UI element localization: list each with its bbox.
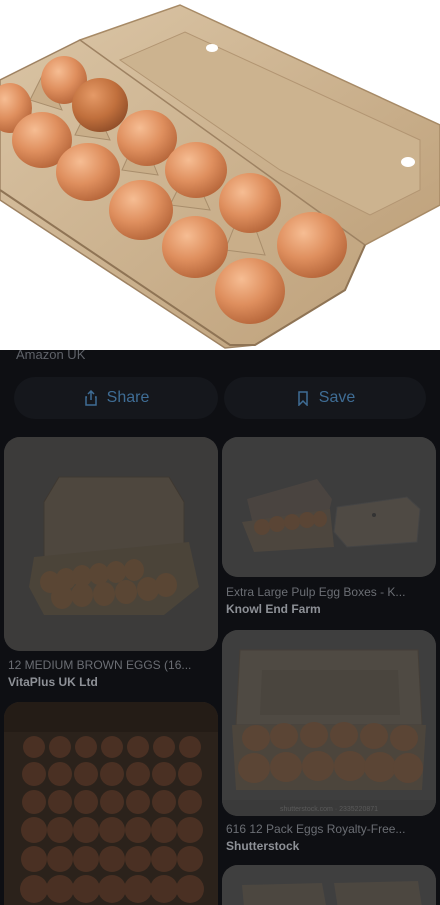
related-section: Amazon UK Share Save 12 MEDIUM BROWN EGG… — [0, 348, 440, 905]
result-thumbnail — [222, 437, 436, 577]
result-source: Shutterstock — [226, 839, 300, 853]
result-thumbnail — [4, 702, 218, 905]
result-card-3[interactable] — [4, 702, 218, 905]
image-viewer: Amazon UK Share Save 12 MEDIUM BROWN EGG… — [0, 0, 440, 905]
result-thumbnail — [222, 865, 436, 905]
result-thumbnail: shutterstock.com · 2335220871 — [222, 630, 436, 816]
egg-tray-photo — [0, 4, 440, 349]
result-source: Knowl End Farm — [226, 602, 321, 616]
result-source: VitaPlus UK Ltd — [8, 675, 98, 689]
result-title: 12 MEDIUM BROWN EGGS (16... — [8, 658, 192, 672]
save-button[interactable]: Save — [224, 377, 426, 419]
result-card-1[interactable] — [4, 437, 218, 651]
save-label: Save — [318, 389, 356, 406]
bookmark-icon — [298, 391, 308, 406]
share-icon — [84, 390, 97, 406]
hero-image[interactable] — [0, 0, 440, 350]
result-card-4[interactable]: shutterstock.com · 2335220871 — [222, 630, 436, 816]
result-title: Extra Large Pulp Egg Boxes - K... — [226, 585, 406, 599]
share-button[interactable]: Share — [14, 377, 218, 419]
result-card-5[interactable] — [222, 865, 436, 905]
result-card-2[interactable] — [222, 437, 436, 577]
watermark-text: shutterstock.com · 2335220871 — [280, 806, 378, 813]
share-label: Share — [106, 389, 150, 406]
hero-source-label[interactable]: Amazon UK — [16, 348, 85, 362]
result-thumbnail — [4, 437, 218, 651]
result-title: 616 12 Pack Eggs Royalty-Free... — [226, 822, 406, 836]
